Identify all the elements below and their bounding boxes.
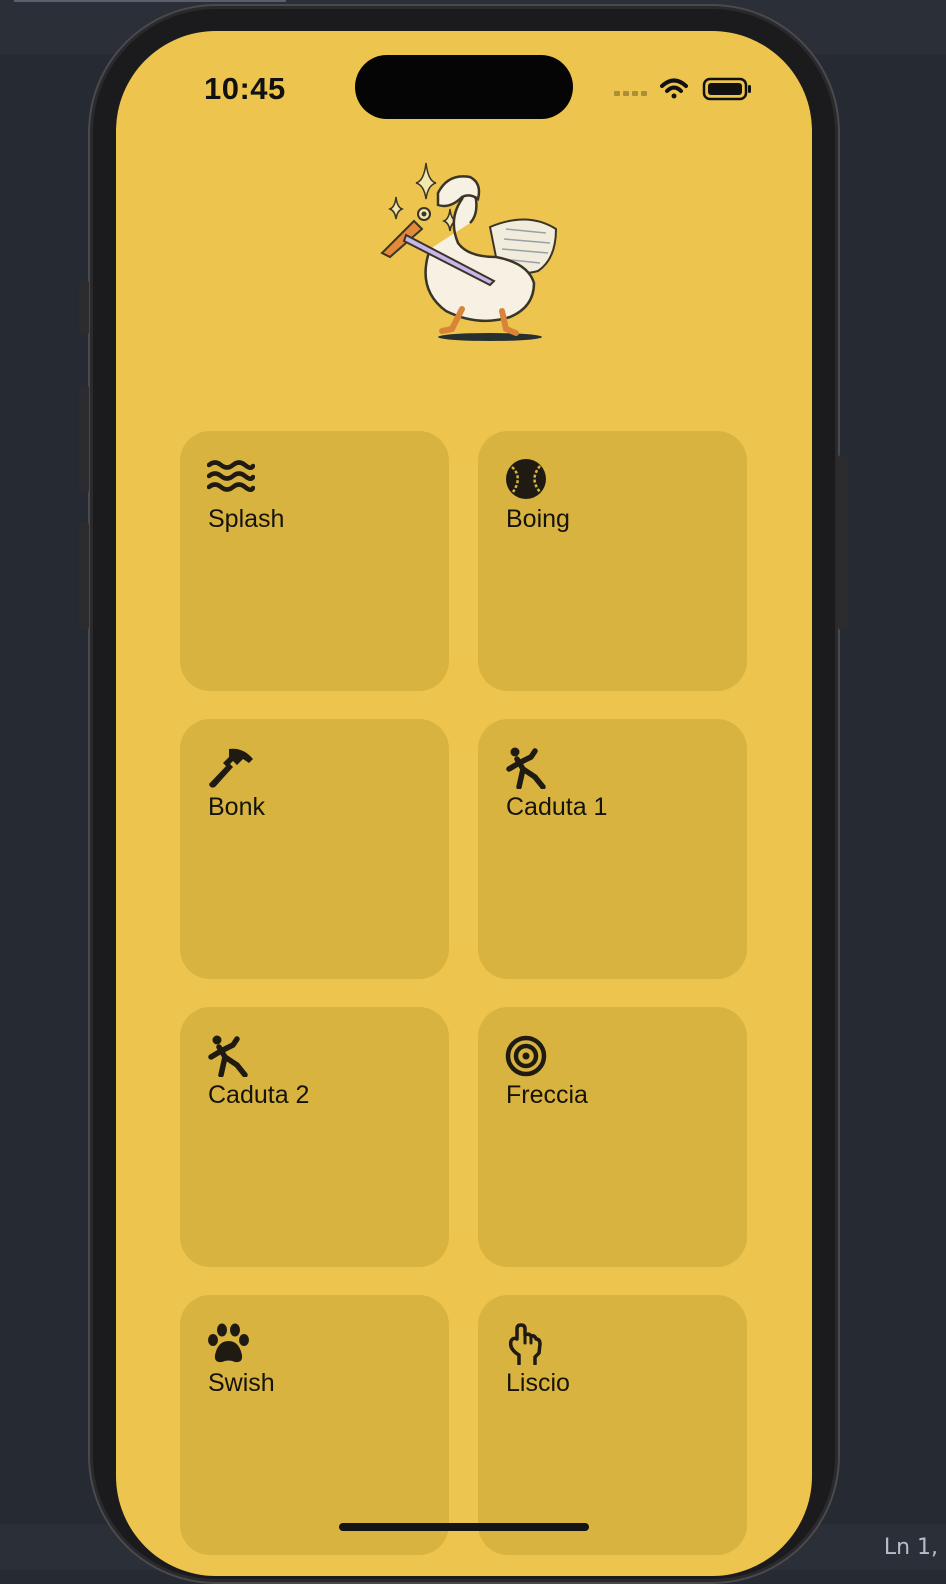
sound-tile-caduta-2[interactable]: Caduta 2: [180, 1007, 449, 1267]
sound-tile-bonk[interactable]: Bonk: [180, 719, 449, 979]
power-button: [838, 455, 848, 630]
sound-label: Caduta 2: [208, 1081, 310, 1109]
sound-label: Splash: [208, 505, 285, 533]
sound-grid: Splash Boing Bonk Caduta 1 Caduta 2 Frec…: [180, 431, 747, 1555]
dynamic-island: [355, 55, 573, 119]
sound-tile-swish[interactable]: Swish: [180, 1295, 449, 1555]
sound-label: Liscio: [506, 1369, 570, 1397]
sound-label: Freccia: [506, 1081, 588, 1109]
hand-point-up-icon: [508, 1323, 542, 1365]
sound-label: Bonk: [208, 793, 265, 821]
sound-tile-boing[interactable]: Boing: [478, 431, 747, 691]
person-falling-icon: [506, 747, 546, 789]
waves-icon: [207, 460, 255, 492]
wifi-icon: [660, 78, 688, 99]
status-time: 10:45: [204, 71, 286, 106]
cellular-signal-icon: [614, 91, 647, 96]
sound-tile-liscio[interactable]: Liscio: [478, 1295, 747, 1555]
baseball-icon: [506, 459, 546, 499]
sound-label: Boing: [506, 505, 570, 533]
hammer-icon: [209, 748, 253, 788]
cursor-position: Ln 1,: [883, 1535, 938, 1560]
sound-label: Swish: [208, 1369, 275, 1397]
volume-down-button: [79, 522, 89, 630]
sound-tile-freccia[interactable]: Freccia: [478, 1007, 747, 1267]
action-button: [79, 280, 89, 335]
editor-tab-indicator: [14, 0, 286, 2]
sound-label: Caduta 1: [506, 793, 608, 821]
sound-tile-caduta-1[interactable]: Caduta 1: [478, 719, 747, 979]
volume-up-button: [79, 385, 89, 493]
status-icons: [614, 77, 751, 101]
home-indicator[interactable]: [339, 1523, 589, 1531]
app-screen: 10:45 Splash Boing Bonk Caduta 1 Caduta …: [116, 31, 812, 1576]
target-icon: [505, 1035, 547, 1077]
sound-tile-splash[interactable]: Splash: [180, 431, 449, 691]
paw-icon: [208, 1323, 249, 1363]
person-falling-icon: [208, 1035, 248, 1077]
battery-icon: [702, 77, 751, 101]
goose-knife-illustration: [380, 162, 558, 341]
